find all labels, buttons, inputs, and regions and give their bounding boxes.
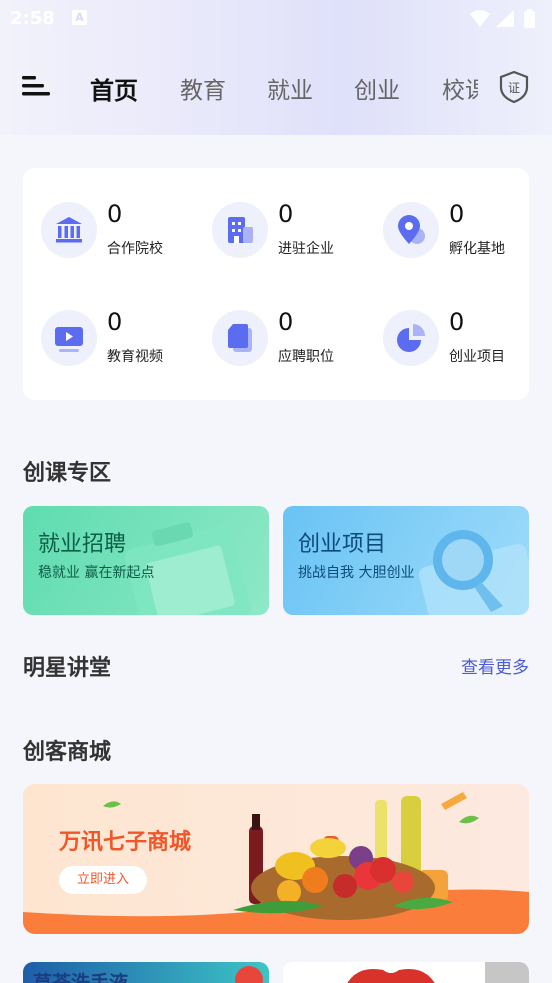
stat-value: 0 (449, 308, 465, 336)
system-status-icons (470, 9, 535, 28)
location-pin-icon (383, 202, 439, 258)
tab-employment[interactable]: 就业 (267, 71, 313, 105)
battery-icon (524, 11, 535, 28)
top-navigation: 首页 教育 就业 创业 校课 证 (0, 60, 552, 112)
promo-employment-title: 就业招聘 (38, 532, 127, 557)
stat-label: 进驻企业 (278, 241, 334, 257)
stat-label: 创业项目 (449, 349, 505, 365)
wifi-icon (470, 10, 490, 27)
status-time: 2:58 (10, 8, 55, 29)
status-bar: 2:58 A (0, 0, 552, 38)
promo-employment-subtitle: 稳就业 赢在新起点 (38, 565, 155, 581)
stat-value: 0 (278, 308, 294, 336)
product-image-icon (347, 962, 529, 983)
tab-startup[interactable]: 创业 (354, 71, 400, 105)
stat-label: 教育视频 (107, 349, 163, 365)
stat-value: 0 (107, 200, 123, 228)
video-icon (41, 310, 97, 366)
notification-icon: A (72, 10, 87, 25)
certificate-shield-icon[interactable]: 证 (498, 70, 530, 104)
institution-icon (41, 202, 97, 258)
pie-chart-icon (383, 310, 439, 366)
building-icon (212, 202, 268, 258)
stat-value: 0 (449, 200, 465, 228)
menu-icon[interactable] (22, 74, 50, 98)
stat-label: 合作院校 (107, 241, 163, 257)
stat-education-videos[interactable]: 0 教育视频 (41, 308, 201, 370)
stat-startup-projects[interactable]: 0 创业项目 (383, 308, 543, 370)
mall-title: 万讯七子商城 (59, 830, 192, 855)
stat-incubation-bases[interactable]: 0 孵化基地 (383, 200, 543, 262)
stats-card: 0 合作院校 0 进驻企业 0 孵化基地 0 教育视频 0 应聘职位 0 创业项… (23, 168, 529, 400)
section-title-maker-mall: 创客商城 (23, 740, 112, 765)
stat-enterprises[interactable]: 0 进驻企业 (212, 200, 372, 262)
mall-banner[interactable]: 万讯七子商城 立即进入 (23, 784, 529, 934)
stat-value: 0 (107, 308, 123, 336)
groceries-illustration-icon (23, 792, 529, 934)
mall-enter-button[interactable]: 立即进入 (59, 866, 147, 894)
svg-text:证: 证 (508, 81, 520, 95)
tab-school[interactable]: 校课 (442, 71, 478, 105)
stat-job-positions[interactable]: 0 应聘职位 (212, 308, 372, 370)
promo-startup-card[interactable]: 创业项目 挑战自我 大胆创业 (283, 506, 529, 615)
nav-tabs: 首页 教育 就业 创业 校课 (80, 60, 478, 112)
product-thumb-left[interactable]: 草荟洗手液 (23, 962, 269, 983)
tab-education[interactable]: 教育 (180, 71, 226, 105)
document-icon (212, 310, 268, 366)
product-thumb-right[interactable] (283, 962, 529, 983)
magnifier-illustration-icon (418, 530, 529, 615)
tab-home[interactable]: 首页 (90, 71, 138, 106)
section-title-course-zone: 创课专区 (23, 461, 112, 486)
promo-employment-card[interactable]: 就业招聘 稳就业 赢在新起点 (23, 506, 269, 615)
stat-label: 应聘职位 (278, 349, 334, 365)
signal-icon (496, 10, 514, 27)
stat-label: 孵化基地 (449, 241, 505, 257)
promo-startup-subtitle: 挑战自我 大胆创业 (298, 565, 415, 581)
product-badge-icon (235, 966, 263, 983)
view-more-link[interactable]: 查看更多 (461, 653, 529, 678)
section-title-star-lecture: 明星讲堂 (23, 656, 112, 681)
promo-startup-title: 创业项目 (298, 532, 387, 557)
stat-value: 0 (278, 200, 294, 228)
product-thumb-left-title: 草荟洗手液 (33, 972, 129, 983)
stat-partner-schools[interactable]: 0 合作院校 (41, 200, 201, 262)
